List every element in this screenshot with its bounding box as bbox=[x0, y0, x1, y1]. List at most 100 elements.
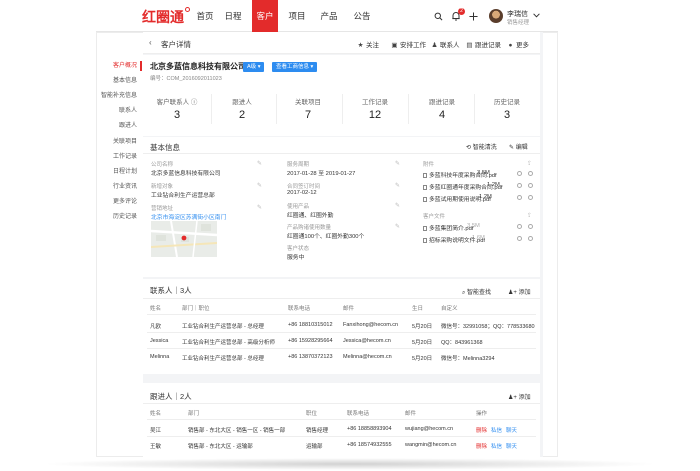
pencil-icon[interactable]: ✎ bbox=[257, 160, 262, 167]
file-icon bbox=[423, 185, 427, 190]
stat-divider bbox=[342, 94, 343, 124]
stat-divider bbox=[408, 94, 409, 124]
column-header: 部门 bbox=[188, 411, 200, 417]
nav-project[interactable]: 项目 bbox=[284, 0, 310, 32]
pencil-icon[interactable]: ✎ bbox=[395, 202, 400, 209]
sidebar-item-basic-info[interactable]: 基本信息 bbox=[96, 76, 142, 86]
pencil-icon[interactable]: ✎ bbox=[395, 223, 400, 230]
smart-search-button[interactable]: ⌕ 智能查找 bbox=[462, 287, 491, 297]
follow-button[interactable]: ★ 关注 bbox=[357, 39, 379, 49]
remove-link[interactable]: 删除 bbox=[476, 426, 487, 434]
plus-icon[interactable] bbox=[469, 12, 478, 21]
stat-value-follow-records[interactable]: 4 bbox=[412, 109, 472, 121]
stat-label-followers: 跟进人 bbox=[232, 99, 252, 106]
nav-announcement[interactable]: 公告 bbox=[349, 0, 375, 32]
sidebar-item-history[interactable]: 历史记录 bbox=[96, 212, 142, 222]
sidebar-item-followers[interactable]: 跟进人 bbox=[96, 121, 142, 131]
star-icon: ★ bbox=[357, 42, 364, 49]
sidebar-item-overview[interactable]: 客户概况 bbox=[96, 61, 142, 71]
clean-icon: ⟲ bbox=[466, 145, 472, 151]
download-icon[interactable] bbox=[517, 183, 522, 188]
record-button[interactable]: ▤ 跟进记录 bbox=[466, 39, 501, 49]
delete-icon[interactable] bbox=[528, 236, 533, 241]
search-icon[interactable] bbox=[434, 12, 443, 21]
sidebar-item-contacts[interactable]: 联系人 bbox=[96, 106, 142, 116]
sidebar-item-industry-news[interactable]: 行业资讯 bbox=[96, 182, 142, 192]
sidebar-item-smart-info[interactable]: 智能补充信息 bbox=[96, 91, 142, 101]
status-label: 客户状态 bbox=[287, 246, 310, 252]
chevron-down-icon[interactable] bbox=[533, 13, 540, 18]
cell-name: 王敏 bbox=[150, 444, 162, 450]
business-info-button[interactable]: 查看工商信息 ▾ bbox=[272, 62, 318, 72]
nav-product[interactable]: 产品 bbox=[316, 0, 342, 32]
cell-name: 凡欧 bbox=[150, 324, 162, 330]
add-follower-button[interactable]: ♟+ 添加 bbox=[508, 392, 531, 401]
download-icon[interactable] bbox=[517, 236, 522, 241]
client-files-label: 客户文件 bbox=[423, 214, 446, 220]
pencil-icon[interactable]: ✎ bbox=[257, 182, 262, 189]
stat-value-projects[interactable]: 7 bbox=[278, 109, 338, 121]
delete-icon[interactable] bbox=[528, 195, 533, 200]
edit-button[interactable]: ✎ 编辑 bbox=[509, 142, 528, 151]
delete-icon[interactable] bbox=[528, 183, 533, 188]
column-header: 姓名 bbox=[150, 411, 162, 417]
add-contact-button[interactable]: ♟+ 添加 bbox=[508, 287, 531, 296]
attachments-label: 附件 bbox=[423, 162, 435, 168]
remove-link[interactable]: 删除 bbox=[476, 442, 487, 450]
upload-icon[interactable]: ⇪ bbox=[527, 160, 532, 167]
column-header: 联系电话 bbox=[288, 306, 311, 312]
client-file-item[interactable]: 多蓝集团简介.pdf bbox=[423, 223, 473, 232]
avatar[interactable] bbox=[489, 9, 503, 23]
cell-phone: +86 18574932555 bbox=[347, 442, 392, 448]
schedule-button[interactable]: ▣ 安排工作 bbox=[391, 39, 426, 49]
pencil-icon[interactable]: ✎ bbox=[395, 182, 400, 189]
download-icon[interactable] bbox=[517, 224, 522, 229]
address-link[interactable]: 北京市海淀区苏满街小区南门 bbox=[151, 212, 226, 221]
level-tag[interactable]: A级 ▾ bbox=[243, 62, 265, 72]
chat-link[interactable]: 聊天 bbox=[506, 442, 517, 450]
cell-phone: +86 18810315012 bbox=[288, 322, 333, 328]
column-header: 邮件 bbox=[343, 306, 355, 312]
info-icon: ⓘ bbox=[190, 99, 198, 106]
back-arrow-icon[interactable]: ‹ bbox=[149, 38, 152, 47]
brand-logo[interactable]: 红圈通 bbox=[142, 7, 190, 27]
notification-badge: 2 bbox=[458, 8, 465, 15]
company-name: 北京多蓝信息科技有限公司 bbox=[150, 62, 246, 71]
pencil-icon[interactable]: ✎ bbox=[395, 160, 400, 167]
sidebar-item-plans[interactable]: 日程计划 bbox=[96, 167, 142, 177]
divider bbox=[147, 332, 536, 333]
delete-icon[interactable] bbox=[528, 171, 533, 176]
contact-button[interactable]: ♟ 联系人 bbox=[431, 39, 460, 49]
pencil-icon[interactable]: ✎ bbox=[257, 204, 262, 211]
download-icon[interactable] bbox=[517, 195, 522, 200]
nav-schedule[interactable]: 日程 bbox=[220, 0, 246, 32]
nav-customer[interactable]: 客户 bbox=[252, 0, 278, 32]
sidebar-item-comments[interactable]: 更多评论 bbox=[96, 197, 142, 207]
cell-custom: QQ：843961368 bbox=[441, 340, 483, 346]
download-icon[interactable] bbox=[517, 171, 522, 176]
delete-icon[interactable] bbox=[528, 224, 533, 229]
period-label: 服务周期 bbox=[287, 162, 310, 168]
cell-dept: 工业钻合利生产运营总部 - 高级分析师 bbox=[182, 340, 275, 346]
sidebar-item-projects[interactable]: 关联项目 bbox=[96, 137, 142, 147]
stat-value-followers[interactable]: 2 bbox=[212, 109, 272, 121]
more-button[interactable]: ● 更多 bbox=[507, 39, 529, 49]
message-link[interactable]: 私信 bbox=[491, 442, 502, 450]
message-link[interactable]: 私信 bbox=[491, 426, 502, 434]
smart-clean-button[interactable]: ⟲ 智能清洗 bbox=[466, 142, 497, 151]
divider bbox=[143, 403, 540, 404]
cell-phone: +86 15928295664 bbox=[288, 338, 333, 344]
cell-birthday: 5月20日 bbox=[412, 324, 433, 330]
stat-value-work-records[interactable]: 12 bbox=[345, 109, 405, 121]
detail-header: ‹ 客户详情 ★ 关注 ▣ 安排工作 ♟ 联系人 ▤ 跟进记录 ● 更多 bbox=[143, 32, 540, 54]
upload-icon[interactable]: ⇪ bbox=[527, 212, 532, 219]
stat-value-history[interactable]: 3 bbox=[477, 109, 537, 121]
company-label: 公司名称 bbox=[151, 162, 174, 168]
pencil-icon: ✎ bbox=[509, 145, 515, 151]
location-map[interactable] bbox=[151, 221, 217, 257]
chat-link[interactable]: 聊天 bbox=[506, 426, 517, 434]
nav-home[interactable]: 首页 bbox=[192, 0, 218, 32]
company-value: 北京多蓝信息科技有限公司 bbox=[151, 171, 221, 177]
stat-value-contacts[interactable]: 3 bbox=[147, 109, 207, 121]
sidebar-item-work-records[interactable]: 工作记录 bbox=[96, 152, 142, 162]
